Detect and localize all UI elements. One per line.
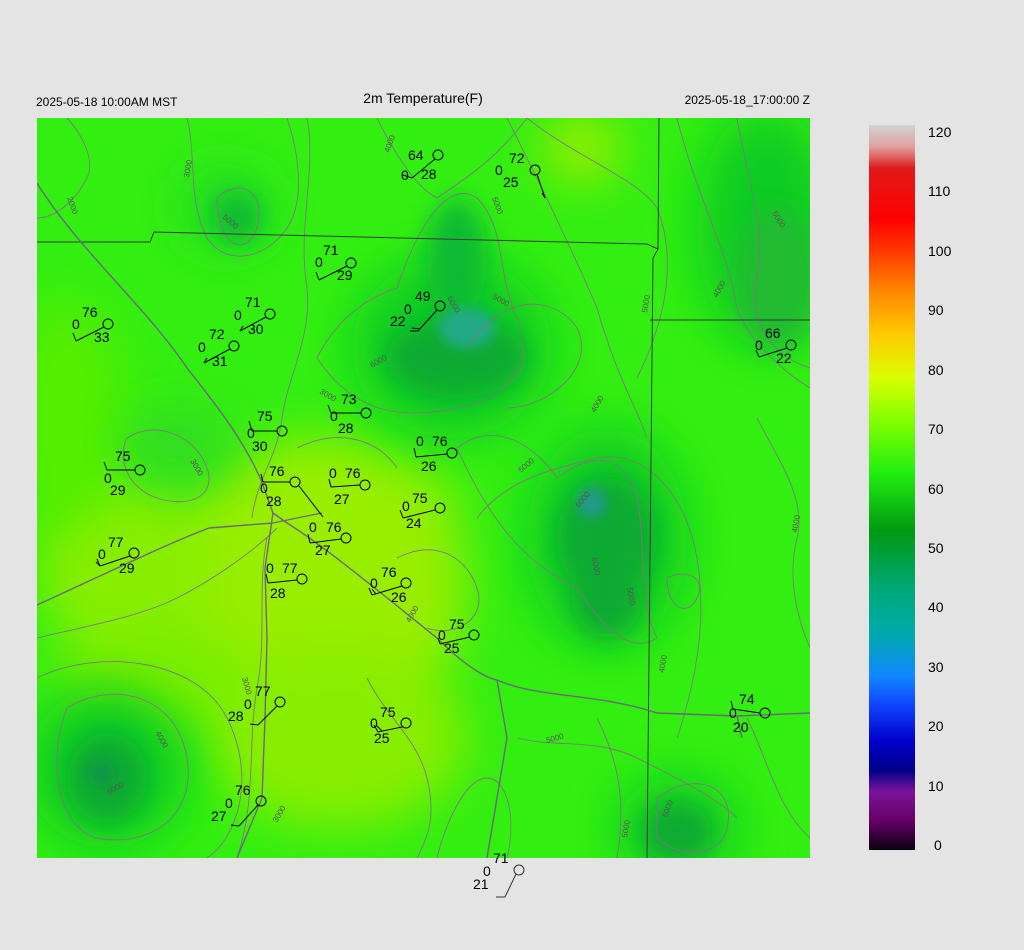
station-dewpoint: 28 [338, 420, 354, 436]
station-vis: 0 [104, 470, 112, 486]
colorbar-label: 50 [928, 540, 944, 556]
offmap-station-plot[interactable]: 71 21 0 [470, 848, 550, 908]
station-vis: 0 [330, 408, 338, 424]
station-vis: 0 [401, 167, 409, 183]
station-vis: 0 [98, 546, 106, 562]
temperature-map[interactable]: 2000 3000 5000 4000 5000 6000 5000 6000 … [37, 118, 810, 858]
station-vis: 0 [260, 480, 268, 496]
colorbar-label: 80 [928, 362, 944, 378]
colorbar [869, 125, 915, 850]
colorbar-label: 60 [928, 481, 944, 497]
station-vis: 0 [234, 307, 242, 323]
station-temp: 76 [381, 564, 397, 580]
station-vis: 0 [755, 337, 763, 353]
station-vis: 0 [329, 465, 337, 481]
colorbar-gradient [869, 125, 915, 850]
station-vis: 0 [495, 162, 503, 178]
station-vis: 0 [483, 863, 491, 879]
station-vis: 0 [198, 339, 206, 355]
station-dewpoint: 25 [374, 730, 390, 746]
colorbar-label: 90 [928, 302, 944, 318]
station-temp: 75 [115, 448, 131, 464]
station-dewpoint: 25 [444, 640, 460, 656]
station-dewpoint: 28 [270, 585, 286, 601]
station-temp: 73 [341, 391, 357, 407]
colorbar-label: 0 [934, 837, 942, 853]
station-dewpoint: 29 [110, 482, 126, 498]
station-dewpoint: 25 [503, 174, 519, 190]
station-vis: 0 [315, 254, 323, 270]
station-dewpoint: 31 [212, 353, 228, 369]
station-dewpoint: 26 [391, 589, 407, 605]
sky-cover-icon [513, 864, 525, 876]
station-vis: 0 [72, 316, 80, 332]
station-dewpoint: 28 [228, 708, 244, 724]
station-vis: 0 [370, 715, 378, 731]
station-temp: 76 [269, 463, 285, 479]
station-vis: 0 [266, 560, 274, 576]
station-vis: 0 [370, 575, 378, 591]
station-vis: 0 [438, 627, 446, 643]
station-temp: 72 [209, 326, 225, 342]
station-temp: 71 [245, 294, 261, 310]
station-temp: 49 [415, 288, 431, 304]
station-temp: 76 [432, 433, 448, 449]
colorbar-label: 100 [928, 243, 952, 259]
station-dewpoint: 20 [733, 719, 749, 735]
station-dewpoint: 26 [421, 458, 437, 474]
colorbar-labels: 120 110 100 90 80 70 60 50 40 30 20 10 0 [928, 0, 988, 950]
station-temp: 71 [323, 242, 339, 258]
station-temp: 64 [408, 147, 424, 163]
station-temp: 76 [82, 304, 98, 320]
station-vis: 0 [402, 498, 410, 514]
station-dewpoint: 33 [94, 329, 110, 345]
station-temp: 77 [108, 534, 124, 550]
colorbar-label: 10 [928, 778, 944, 794]
station-temp: 74 [739, 691, 755, 707]
map-canvas: 2000 3000 5000 4000 5000 6000 5000 6000 … [37, 118, 810, 858]
station-dewpoint: 28 [266, 493, 282, 509]
station-vis: 0 [404, 301, 412, 317]
station-dewpoint: 22 [776, 350, 792, 366]
station-vis: 0 [729, 705, 737, 721]
valid-time-label: 2025-05-18_17:00:00 Z [684, 93, 810, 107]
colorbar-label: 70 [928, 421, 944, 437]
colorbar-label: 20 [928, 718, 944, 734]
station-dewpoint: 27 [315, 542, 331, 558]
colorbar-label: 40 [928, 599, 944, 615]
station-dewpoint: 24 [406, 515, 422, 531]
station-temp: 76 [326, 519, 342, 535]
station-temp: 75 [449, 616, 465, 632]
colorbar-label: 110 [928, 183, 951, 199]
station-vis: 0 [225, 795, 233, 811]
station-temp: 66 [765, 325, 781, 341]
wind-barb-icon [504, 873, 517, 898]
station-temp: 77 [255, 683, 271, 699]
station-temp: 71 [493, 850, 509, 866]
station-dewpoint: 27 [334, 491, 350, 507]
station-dewpoint: 30 [248, 321, 264, 337]
station-vis: 0 [309, 519, 317, 535]
station-temp: 75 [257, 408, 273, 424]
station-temp: 77 [282, 560, 298, 576]
station-vis: 0 [416, 433, 424, 449]
station-temp: 75 [412, 490, 428, 506]
station-dewpoint: 29 [119, 560, 135, 576]
station-temp: 75 [380, 704, 396, 720]
station-temp: 72 [509, 150, 525, 166]
station-temp: 76 [235, 782, 251, 798]
colorbar-label: 30 [928, 659, 944, 675]
station-dewpoint: 28 [421, 166, 437, 182]
station-dewpoint: 29 [337, 267, 353, 283]
station-temp: 76 [345, 465, 361, 481]
colorbar-label: 120 [928, 124, 952, 140]
station-vis: 0 [247, 425, 255, 441]
station-vis: 0 [244, 696, 252, 712]
